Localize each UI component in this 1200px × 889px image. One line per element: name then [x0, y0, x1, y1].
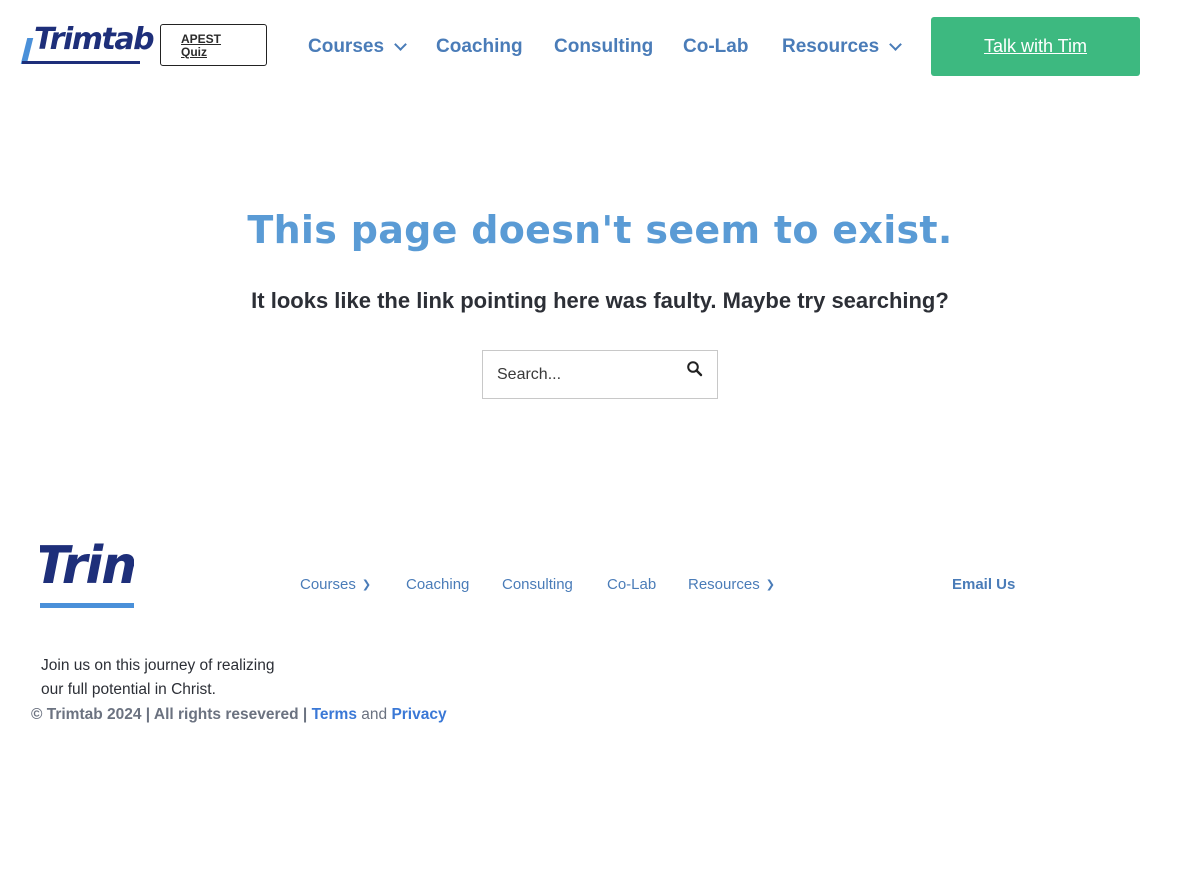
nav-resources-label: Resources [782, 36, 880, 57]
nav-courses[interactable]: Courses [308, 36, 407, 58]
search-icon [687, 361, 703, 377]
nav-courses-label: Courses [308, 36, 385, 57]
talk-with-tim-label: Talk with Tim [983, 36, 1088, 56]
nav-consulting-label: Consulting [554, 36, 654, 57]
nav-coaching-label: Coaching [436, 36, 523, 57]
footer-tagline: Join us on this journey of realizing our… [41, 657, 275, 698]
nav-co-lab[interactable]: Co-Lab [683, 36, 748, 58]
footer-nav-coaching-label: Coaching [406, 576, 470, 593]
apest-quiz-label: APEST Quiz [181, 32, 222, 59]
search-button[interactable] [686, 360, 704, 378]
privacy-link[interactable]: Privacy [391, 706, 446, 723]
page-title: This page doesn't seem to exist. [247, 208, 953, 252]
page-subtitle: It looks like the link pointing here was… [251, 288, 949, 313]
copyright-text: © Trimtab 2024 | All rights resevered | [31, 706, 308, 723]
search-form [482, 350, 718, 399]
terms-link[interactable]: Terms [312, 706, 357, 723]
footer-nav-courses[interactable]: Courses ❯ [300, 576, 371, 593]
logo-underline [22, 61, 140, 64]
copyright-line: © Trimtab 2024 | All rights resevered | … [31, 706, 447, 724]
apest-quiz-button[interactable]: APEST Quiz [160, 24, 267, 66]
chevron-down-icon [394, 38, 407, 51]
footer-logo-underline [40, 603, 134, 608]
email-us-link[interactable]: Email Us [952, 576, 1015, 593]
footer-nav-consulting[interactable]: Consulting [502, 576, 573, 593]
chevron-down-icon: ❯ [765, 579, 775, 591]
footer-nav-co-lab-label: Co-Lab [607, 576, 657, 593]
footer-nav-consulting-label: Consulting [502, 576, 573, 593]
footer-logo[interactable]: Trimtab [40, 538, 134, 610]
nav-consulting[interactable]: Consulting [554, 36, 653, 58]
footer-nav-courses-label: Courses [300, 576, 356, 593]
footer-nav-resources-label: Resources [688, 576, 760, 593]
footer-nav-resources[interactable]: Resources ❯ [688, 576, 775, 593]
and-text: and [361, 706, 388, 723]
footer-nav-co-lab[interactable]: Co-Lab [607, 576, 656, 593]
nav-resources[interactable]: Resources [782, 36, 903, 58]
footer-logo-wordmark: Trimtab [40, 538, 134, 596]
trimtab-logo[interactable]: Trimtab [20, 22, 155, 68]
nav-coaching[interactable]: Coaching [436, 36, 523, 58]
chevron-down-icon: ❯ [361, 579, 372, 591]
footer-nav-coaching[interactable]: Coaching [406, 576, 469, 593]
search-input[interactable] [497, 363, 677, 387]
logo-wordmark: Trimtab [34, 22, 155, 57]
nav-co-lab-label: Co-Lab [683, 36, 749, 57]
chevron-down-icon [889, 38, 903, 51]
talk-with-tim-button[interactable]: Talk with Tim [931, 17, 1140, 76]
